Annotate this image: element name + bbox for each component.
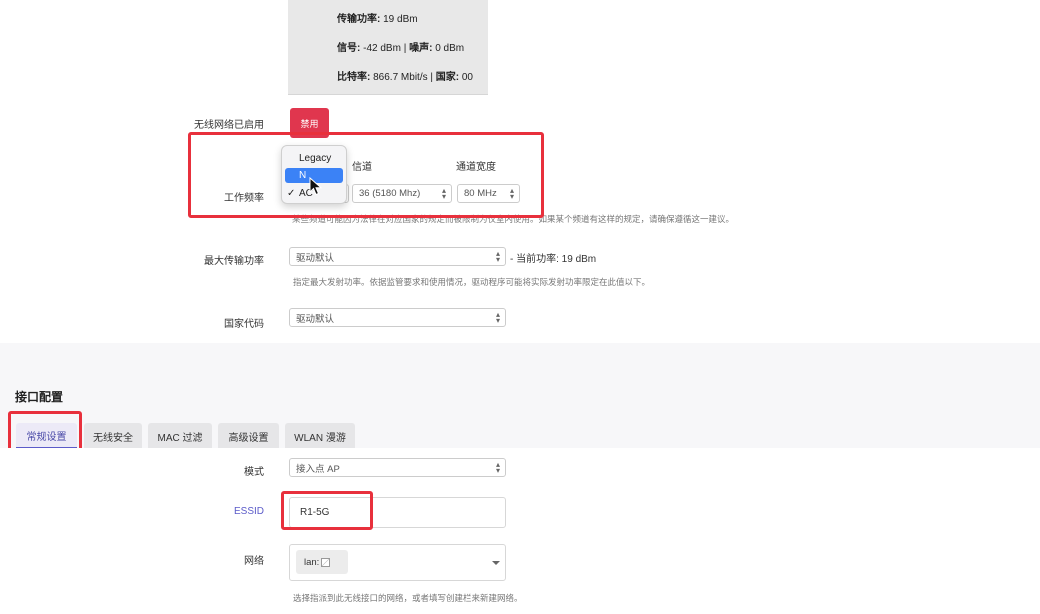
interface-config-title: 接口配置 bbox=[15, 390, 64, 404]
image-icon bbox=[321, 557, 331, 567]
wireless-enabled-label: 无线网络已启用 bbox=[194, 120, 264, 131]
country-code-select[interactable]: 驱动默认 ▴ ▾ bbox=[289, 308, 506, 327]
network-mode-value: 接入点 AP bbox=[296, 463, 340, 475]
current-power-text: - 当前功率: 19 dBm bbox=[510, 254, 597, 265]
mode-option-legacy[interactable]: Legacy bbox=[285, 151, 343, 166]
channel-column-header: 信道 bbox=[352, 162, 372, 173]
updown-icon: ▴▾ bbox=[495, 249, 500, 264]
tab-advanced[interactable]: 高级设置 bbox=[218, 423, 279, 449]
updown-icon: ▴▾ bbox=[441, 186, 446, 201]
tx-power-status: 传输功率: 19 dBm bbox=[337, 14, 418, 25]
option-label: N bbox=[299, 170, 307, 181]
tab-wireless-security[interactable]: 无线安全 bbox=[84, 423, 142, 449]
disable-wireless-button[interactable]: 禁用 bbox=[290, 108, 329, 138]
width-value: 80 MHz bbox=[464, 188, 497, 199]
network-hint: 选择指派到此无线接口的网络，或者填写创建栏来新建网络。 bbox=[293, 593, 523, 603]
radio-status-box: 传输功率: 19 dBm 信号: -42 dBm | 噪声: 0 dBm 比特率… bbox=[288, 0, 488, 95]
tx-power-hint: 指定最大发射功率。依据监管要求和使用情况，驱动程序可能将实际发射功率限定在此值以… bbox=[293, 277, 651, 287]
frequency-label: 工作频率 bbox=[224, 193, 264, 204]
tab-general[interactable]: 常规设置 bbox=[16, 423, 77, 449]
updown-icon: ▴▾ bbox=[495, 310, 500, 325]
network-chip-lan[interactable]: lan: bbox=[296, 550, 348, 574]
network-mode-select[interactable]: 接入点 AP ▴ ▾ bbox=[289, 458, 506, 477]
tx-power-value: 驱动默认 bbox=[296, 252, 335, 264]
essid-label: ESSID bbox=[233, 506, 264, 517]
channel-value: 36 (5180 Mhz) bbox=[359, 188, 421, 199]
network-chip-label: lan: bbox=[304, 556, 320, 568]
general-settings-form bbox=[0, 448, 1040, 614]
bitrate-country-status: 比特率: 866.7 Mbit/s | 国家: 00 bbox=[337, 72, 473, 83]
option-label: Legacy bbox=[299, 153, 332, 164]
tab-mac-filter[interactable]: MAC 过滤 bbox=[148, 423, 212, 449]
essid-value: R1-5G bbox=[300, 507, 330, 518]
country-code-label: 国家代码 bbox=[224, 319, 264, 330]
radio-settings-panel: 传输功率: 19 dBm 信号: -42 dBm | 噪声: 0 dBm 比特率… bbox=[0, 0, 1040, 343]
tx-power-select[interactable]: 驱动默认 ▴ ▾ bbox=[289, 247, 506, 266]
width-column-header: 通道宽度 bbox=[456, 162, 496, 173]
updown-icon: ▴▾ bbox=[509, 186, 514, 201]
tab-wlan-roaming[interactable]: WLAN 漫游 bbox=[285, 423, 355, 449]
frequency-highlight-box bbox=[188, 132, 544, 218]
mode-label: 模式 bbox=[244, 467, 264, 478]
network-label: 网络 bbox=[244, 556, 264, 567]
country-value: 驱动默认 bbox=[296, 313, 335, 325]
frequency-hint: 某些频道可能因为法律在对应国家的规定而被限制为仅室内使用。如果某个频道有这样的规… bbox=[292, 214, 735, 224]
channel-select[interactable]: 36 (5180 Mhz) ▴ ▾ bbox=[352, 184, 452, 203]
essid-input[interactable]: R1-5G bbox=[289, 497, 506, 528]
width-select[interactable]: 80 MHz ▴ ▾ bbox=[457, 184, 520, 203]
signal-noise-status: 信号: -42 dBm | 噪声: 0 dBm bbox=[337, 43, 465, 54]
checkmark-icon: ✓ bbox=[287, 188, 296, 199]
tx-power-label: 最大传输功率 bbox=[204, 256, 264, 267]
updown-icon: ▴▾ bbox=[495, 460, 500, 475]
caret-down-icon[interactable] bbox=[492, 561, 500, 565]
mouse-cursor-icon bbox=[309, 177, 323, 196]
